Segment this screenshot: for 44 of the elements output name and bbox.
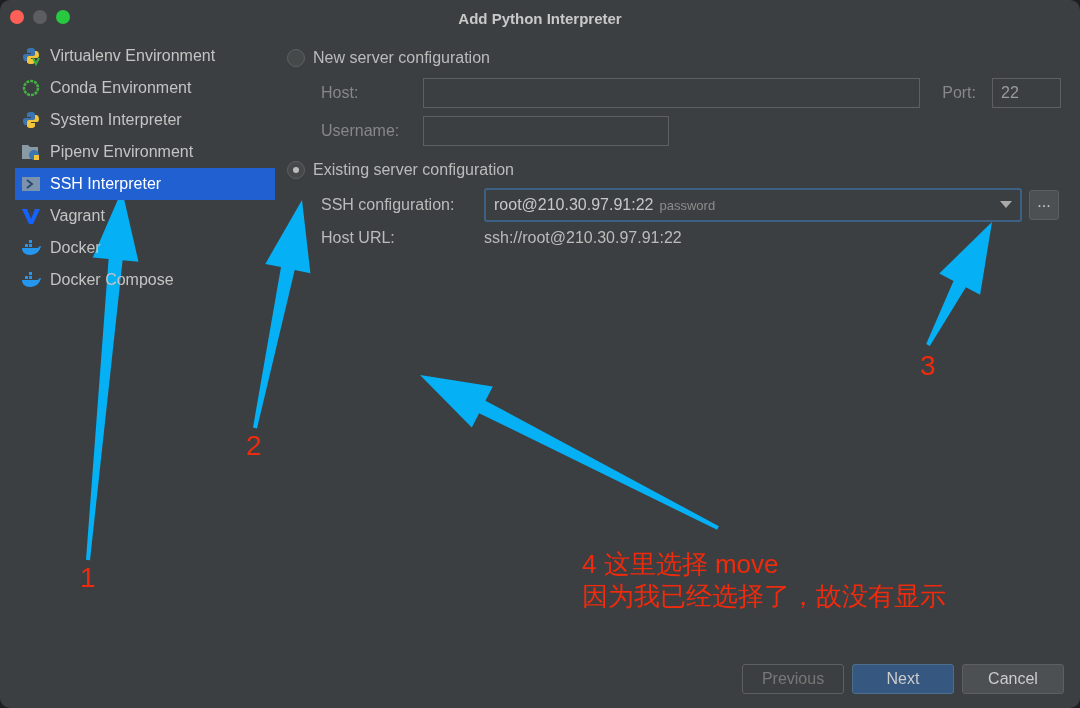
sidebar-item[interactable]: Pipenv Environment	[15, 136, 275, 168]
item-label: SSH Interpreter	[50, 175, 162, 193]
dialog-button[interactable]: Next	[852, 664, 954, 694]
folder-python-icon	[21, 142, 41, 162]
ssh-config-dropdown[interactable]: root@210.30.97.91:22 password	[484, 188, 1022, 222]
annotation-number: 2	[246, 430, 262, 462]
field-label: Host:	[321, 84, 360, 102]
minimize-button[interactable]	[33, 10, 47, 24]
sidebar-item[interactable]: Conda Environment	[15, 72, 275, 104]
python-icon	[21, 46, 41, 66]
field-label: SSH configuration:	[321, 196, 456, 214]
annotation-number: 3	[920, 350, 936, 382]
field-label: Username:	[321, 122, 401, 140]
whale-icon	[21, 270, 41, 290]
annotation-note: 因为我已经选择了，故没有显示	[582, 580, 946, 612]
window-title: Add Python Interpreter	[458, 9, 622, 27]
v-logo-icon	[21, 206, 41, 226]
sidebar-item[interactable]: Vagrant	[15, 200, 275, 232]
annotation-number: 1	[80, 562, 96, 594]
ring-icon	[21, 78, 41, 98]
option-label: New server configuration	[313, 49, 490, 67]
annotation-note: 4 这里选择 move	[582, 548, 780, 580]
terminal-icon	[21, 174, 41, 194]
option-label: Existing server configuration	[313, 161, 514, 179]
item-label: Pipenv Environment	[50, 143, 194, 161]
item-label: Virtualenv Environment	[50, 47, 216, 65]
host-url-value: ssh://root@210.30.97.91:22	[484, 229, 682, 247]
zoom-button[interactable]	[56, 10, 70, 24]
field-label: Port:	[941, 84, 977, 102]
browse-button[interactable]: ...	[1029, 190, 1059, 220]
item-label: Vagrant	[50, 207, 105, 225]
item-label: System Interpreter	[50, 111, 182, 129]
dialog-button[interactable]: Cancel	[962, 664, 1064, 694]
python-icon	[21, 110, 41, 130]
whale-icon	[21, 238, 41, 258]
radio-button[interactable]	[287, 49, 305, 67]
caret-icon	[1000, 201, 1012, 209]
sidebar-item[interactable]: System Interpreter	[15, 104, 275, 136]
field-label: Host URL:	[321, 229, 396, 247]
sidebar-item[interactable]: SSH Interpreter	[15, 168, 275, 200]
radio-button[interactable]	[287, 161, 305, 179]
sidebar-item[interactable]: Virtualenv Environment	[15, 40, 275, 72]
close-button[interactable]	[10, 10, 24, 24]
item-label: Conda Environment	[50, 79, 192, 97]
